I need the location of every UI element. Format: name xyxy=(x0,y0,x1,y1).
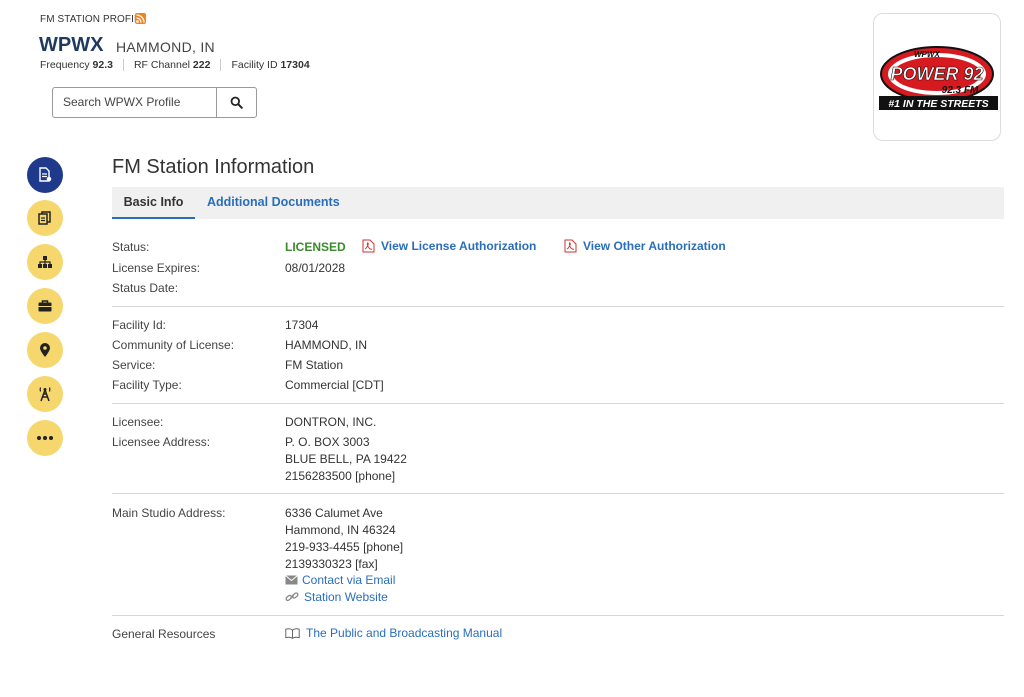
call-sign: WPWX xyxy=(39,34,104,56)
profile-type-label: FM STATION PROFILE xyxy=(40,14,147,25)
profile-search xyxy=(52,87,257,118)
rss-icon[interactable] xyxy=(135,13,146,24)
rail-basic-info-button[interactable] xyxy=(27,157,63,193)
main-studio-label: Main Studio Address: xyxy=(112,506,226,520)
licensee-label: Licensee: xyxy=(112,415,164,429)
logo-top-text: WPWX xyxy=(914,50,940,59)
rail-tower-button[interactable] xyxy=(27,376,63,412)
licensee-address-label: Licensee Address: xyxy=(112,435,211,449)
copy-documents-icon xyxy=(38,211,51,225)
search-button[interactable] xyxy=(216,88,256,117)
facility-type-label: Facility Type: xyxy=(112,378,182,392)
section-divider xyxy=(112,615,1004,616)
map-pin-icon xyxy=(40,343,50,357)
facility-id-info: Facility ID 17304 xyxy=(220,59,319,71)
power-92-logo: WPWX POWER 92 92.3 FM #1 IN THE STREETS xyxy=(879,46,998,110)
radio-tower-icon xyxy=(39,387,51,402)
envelope-icon xyxy=(285,575,298,585)
logo-tagline: #1 IN THE STREETS xyxy=(888,98,988,110)
document-icon xyxy=(39,167,52,182)
section-title: FM Station Information xyxy=(112,156,315,178)
section-divider xyxy=(112,403,1004,404)
service-value: FM Station xyxy=(285,358,344,372)
section-divider xyxy=(112,306,1004,307)
station-website-link[interactable]: Station Website xyxy=(285,590,388,604)
station-meta-row: Frequency 92.3 RF Channel 222 Facility I… xyxy=(40,59,320,71)
briefcase-icon xyxy=(38,300,52,312)
section-divider xyxy=(112,493,1004,494)
pdf-icon xyxy=(362,239,375,253)
facility-id-label: Facility Id: xyxy=(112,318,167,332)
search-icon xyxy=(230,96,243,109)
logo-main-text: POWER 92 xyxy=(890,64,983,84)
station-logo: WPWX POWER 92 92.3 FM #1 IN THE STREETS xyxy=(873,13,1001,141)
license-authorization-link[interactable]: View License Authorization xyxy=(362,239,536,253)
rail-more-button[interactable] xyxy=(27,420,63,456)
licensee-phone: 2156283500 [phone] xyxy=(285,469,396,483)
contact-email-link[interactable]: Contact via Email xyxy=(285,573,395,587)
service-label: Service: xyxy=(112,358,156,372)
station-city: HAMMOND, IN xyxy=(116,39,215,55)
status-date-label: Status Date: xyxy=(112,281,179,295)
general-resources-label: General Resources xyxy=(112,627,216,641)
licensee-address-line1: P. O. BOX 3003 xyxy=(285,435,370,449)
rail-briefcase-button[interactable] xyxy=(27,288,63,324)
status-label: Status: xyxy=(112,240,150,254)
pdf-icon xyxy=(564,239,577,253)
rail-documents-button[interactable] xyxy=(27,200,63,236)
tab-bar: Basic Info Additional Documents xyxy=(112,187,1004,219)
link-icon xyxy=(285,592,299,602)
book-icon xyxy=(285,627,300,639)
frequency-info: Frequency 92.3 xyxy=(40,59,113,71)
rail-hierarchy-button[interactable] xyxy=(27,244,63,280)
tab-additional-documents[interactable]: Additional Documents xyxy=(207,187,340,219)
rf-channel-info: RF Channel 222 xyxy=(122,59,220,71)
facility-id-value: 17304 xyxy=(285,318,319,332)
logo-freq-text: 92.3 FM xyxy=(942,85,979,96)
status-value: LICENSED xyxy=(285,240,346,254)
studio-fax: 2139330323 [fax] xyxy=(285,557,378,571)
community-value: HAMMOND, IN xyxy=(285,338,367,352)
search-input[interactable] xyxy=(53,88,216,115)
license-expires-value: 08/01/2028 xyxy=(285,261,346,275)
studio-address-line2: Hammond, IN 46324 xyxy=(285,523,396,537)
rail-location-button[interactable] xyxy=(27,332,63,368)
other-authorization-link[interactable]: View Other Authorization xyxy=(564,239,726,253)
more-dots-icon xyxy=(37,436,53,440)
licensee-value: DONTRON, INC. xyxy=(285,415,377,429)
public-broadcasting-manual-link[interactable]: The Public and Broadcasting Manual xyxy=(285,626,502,640)
hierarchy-icon xyxy=(38,256,52,268)
license-expires-label: License Expires: xyxy=(112,261,201,275)
studio-phone: 219-933-4455 [phone] xyxy=(285,540,404,554)
licensee-address-line2: BLUE BELL, PA 19422 xyxy=(285,452,407,466)
community-label: Community of License: xyxy=(112,338,235,352)
studio-address-line1: 6336 Calumet Ave xyxy=(285,506,383,520)
facility-type-value: Commercial [CDT] xyxy=(285,378,384,392)
tab-basic-info[interactable]: Basic Info xyxy=(112,187,195,219)
